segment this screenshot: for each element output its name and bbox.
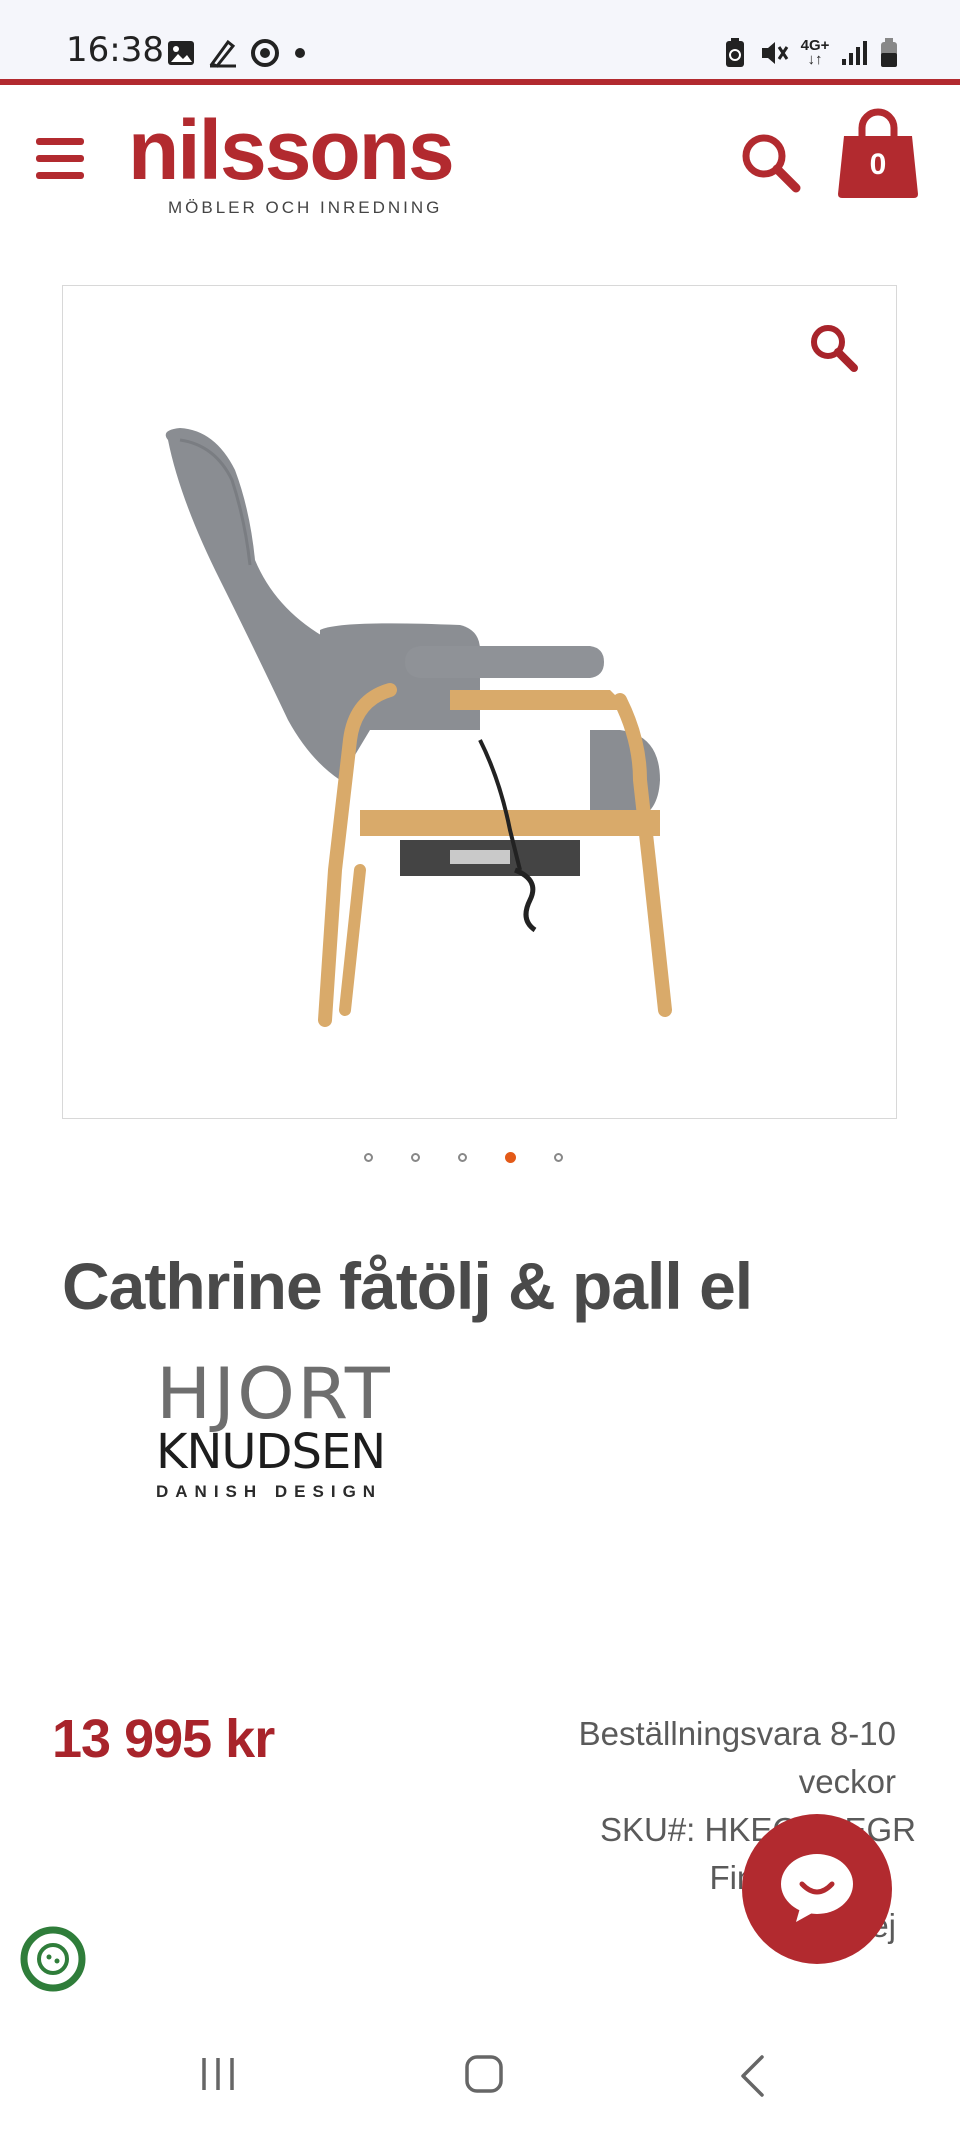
zoom-icon[interactable] bbox=[808, 322, 860, 374]
cart-button[interactable]: 0 bbox=[834, 108, 922, 200]
carousel-dot-5[interactable] bbox=[554, 1153, 563, 1162]
status-left-icons bbox=[166, 36, 308, 70]
eco-badge-icon[interactable] bbox=[18, 1924, 88, 1994]
brand-logo-top: HJORT bbox=[156, 1353, 392, 1435]
hamburger-menu-icon[interactable] bbox=[36, 138, 84, 179]
site-logo[interactable]: nilssons MÖBLER OCH INREDNING bbox=[128, 108, 458, 218]
product-image bbox=[165, 428, 672, 1027]
status-time: 16:38 bbox=[66, 30, 164, 70]
battery-icon bbox=[881, 38, 897, 67]
network-label: 4G+ bbox=[800, 37, 830, 54]
availability-line-1: Beställningsvara 8-10 bbox=[578, 1715, 896, 1752]
mute-icon bbox=[762, 42, 789, 64]
header-divider bbox=[0, 79, 960, 85]
product-title: Cathrine fåtölj & pall el bbox=[62, 1249, 753, 1323]
back-icon[interactable] bbox=[738, 2054, 768, 2098]
dot-icon bbox=[295, 48, 305, 58]
carousel-dot-4[interactable] bbox=[505, 1152, 516, 1163]
brand-logo-bottom: DANISH DESIGN bbox=[156, 1482, 383, 1501]
product-price: 13 995 kr bbox=[52, 1709, 275, 1769]
chat-bubble-icon bbox=[781, 1854, 853, 1922]
chrome-icon bbox=[251, 39, 279, 67]
pen-icon bbox=[209, 39, 236, 68]
recent-apps-icon[interactable] bbox=[198, 2056, 238, 2092]
chat-button[interactable] bbox=[742, 1814, 892, 1964]
network-4g-icon: 4G+ ↓↑ bbox=[800, 37, 830, 68]
home-icon[interactable] bbox=[464, 2054, 504, 2094]
logo-wordmark: nilssons bbox=[128, 103, 455, 197]
carousel-dot-2[interactable] bbox=[411, 1153, 420, 1162]
carousel-dot-1[interactable] bbox=[364, 1153, 373, 1162]
status-right-icons: 4G+ ↓↑ bbox=[722, 36, 900, 70]
cart-count: 0 bbox=[869, 148, 887, 181]
carousel-dots bbox=[364, 1152, 563, 1163]
logo-tagline: MÖBLER OCH INREDNING bbox=[168, 198, 443, 217]
status-bar: 16:38 4G+ ↓↑ bbox=[0, 0, 960, 80]
availability-line-2: veckor bbox=[798, 1763, 896, 1800]
search-icon[interactable] bbox=[738, 130, 802, 194]
brand-logo[interactable]: HJORT KNUDSEN DANISH DESIGN bbox=[156, 1359, 396, 1502]
carousel-dot-3[interactable] bbox=[458, 1153, 467, 1162]
signal-icon bbox=[842, 41, 867, 65]
battery-saver-icon bbox=[726, 38, 744, 67]
gallery-icon bbox=[168, 41, 194, 65]
